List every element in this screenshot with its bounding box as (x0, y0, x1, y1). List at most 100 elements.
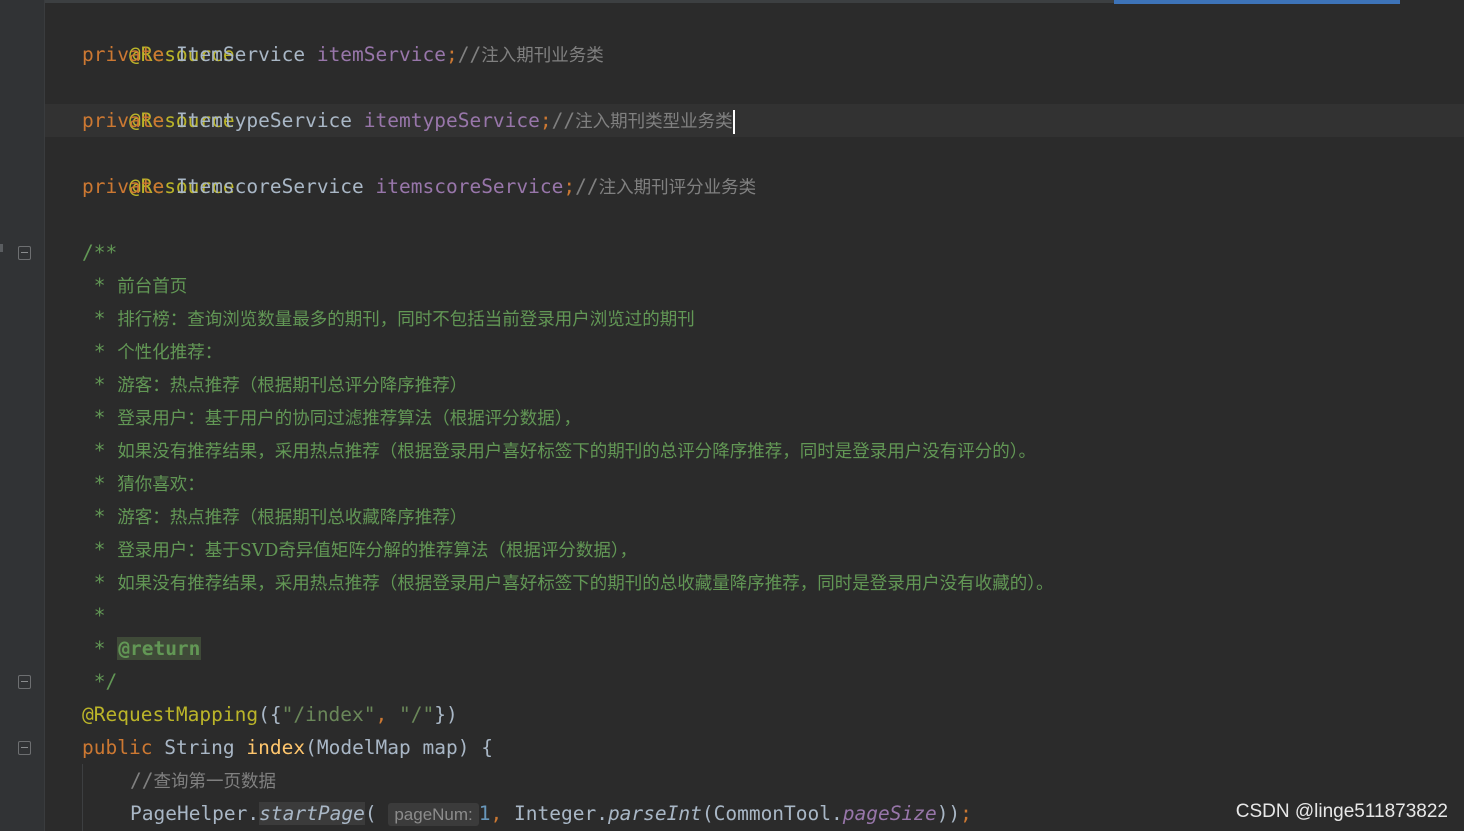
keyword: private (82, 109, 165, 132)
doc-empty-line[interactable]: * (82, 599, 106, 632)
code-line-1[interactable]: @Resource (82, 5, 235, 66)
semicolon: ; (539, 109, 552, 132)
doc-text: 登录用户：基于SVD奇异值矩阵分解的推荐算法（根据评分数据）， (117, 541, 638, 561)
doc-return-tag: @return (117, 637, 202, 660)
doc-text: 个性化推荐： (117, 343, 223, 363)
request-mapping-line[interactable]: @RequestMapping({"/index", "/"}) (82, 698, 458, 731)
doc-text: 猜你喜欢： (117, 475, 205, 495)
line-comment-text: 注入期刊类型业务类 (575, 112, 733, 132)
type-name: ItemtypeService (175, 109, 353, 132)
fold-doc-comment-icon[interactable] (18, 246, 31, 260)
keyword: private (82, 43, 165, 66)
doc-line[interactable]: * 排行榜：查询浏览数量最多的期刊，同时不包括当前登录用户浏览过的期刊 (82, 302, 695, 335)
type-name: ItemService (175, 43, 306, 66)
field-name: itemtypeService (363, 109, 540, 132)
indent-guide (82, 764, 83, 831)
code-line-4[interactable]: private ItemtypeService itemtypeService;… (82, 104, 735, 137)
paren-close: )) (936, 802, 961, 825)
dot: . (596, 802, 608, 825)
doc-comment-close[interactable]: */ (82, 665, 118, 698)
doc-star: * (82, 571, 118, 594)
doc-line[interactable]: * 登录用户：基于用户的协同过滤推荐算法（根据评分数据）， (82, 401, 581, 434)
watermark: CSDN @linge511873822 (1235, 801, 1448, 822)
doc-line[interactable]: * 个性化推荐： (82, 335, 223, 368)
text-caret (732, 109, 735, 134)
doc-star: * (82, 340, 118, 363)
comma: , (375, 703, 399, 726)
doc-line[interactable]: * 游客：热点推荐（根据期刊总评分降序推荐） (82, 368, 468, 401)
class-name: PageHelper (130, 802, 248, 825)
doc-text: 排行榜：查询浏览数量最多的期刊，同时不包括当前登录用户浏览过的期刊 (117, 310, 695, 330)
doc-return-line[interactable]: * @return (82, 632, 202, 665)
keyword: public (82, 736, 153, 759)
change-marker (0, 244, 3, 252)
doc-text: 前台首页 (117, 277, 188, 297)
doc-line[interactable]: * 登录用户：基于SVD奇异值矩阵分解的推荐算法（根据评分数据）， (82, 533, 637, 566)
code-line-5[interactable]: @Resource (82, 137, 235, 198)
doc-star: * (82, 637, 118, 660)
field-name: itemService (316, 43, 446, 66)
paren-open: ( (364, 802, 377, 825)
line-comment-text: 注入期刊评分业务类 (598, 178, 757, 198)
doc-line[interactable]: * 如果没有推荐结果，采用热点推荐（根据登录用户喜好标签下的期刊的总收藏量降序推… (82, 566, 1054, 599)
brace-close: }) (434, 703, 458, 726)
doc-text: 游客：热点推荐（根据期刊总评分降序推荐） (117, 376, 468, 396)
doc-star: * (82, 274, 118, 297)
dot: . (831, 802, 843, 825)
code-line-2[interactable]: private ItemService itemService;//注入期刊业务… (82, 38, 604, 71)
line-comment-text: 查询第一页数据 (153, 772, 276, 792)
semicolon: ; (960, 802, 972, 825)
semicolon: ; (563, 175, 576, 198)
doc-text: 游客：热点推荐（根据期刊总收藏降序推荐） (117, 508, 468, 528)
doc-line[interactable]: * 如果没有推荐结果，采用热点推荐（根据登录用户喜好标签下的期刊的总评分降序推荐… (82, 434, 1036, 467)
static-method-call: startPage (259, 802, 365, 825)
doc-star: * (82, 406, 118, 429)
doc-star: * (82, 439, 118, 462)
static-method-call: parseInt (607, 802, 702, 825)
paren-open: ( (701, 802, 714, 825)
horizontal-scrollbar-thumb[interactable] (1114, 0, 1400, 4)
tab-bar-edge (0, 0, 1114, 3)
inline-comment-line[interactable]: //查询第一页数据 (130, 764, 276, 797)
fold-method-icon[interactable] (18, 741, 31, 755)
doc-line[interactable]: * 前台首页 (82, 269, 188, 302)
doc-text: 如果没有推荐结果，采用热点推荐（根据登录用户喜好标签下的期刊的总收藏量降序推荐，… (117, 574, 1054, 594)
page-helper-line[interactable]: PageHelper.startPage( pageNum: 1, Integer… (130, 797, 972, 830)
field-name: itemscoreService (375, 175, 564, 198)
parameter-hint: pageNum: (388, 803, 479, 826)
brace-open: ({ (258, 703, 282, 726)
editor-gutter[interactable] (0, 0, 45, 831)
line-comment-slash: // (575, 175, 599, 198)
method-name: index (246, 736, 306, 759)
keyword: private (82, 175, 165, 198)
annotation: @RequestMapping (82, 703, 259, 726)
line-comment-text: 注入期刊业务类 (481, 46, 604, 66)
doc-line[interactable]: * 猜你喜欢： (82, 467, 205, 500)
string-literal: "/index" (281, 703, 376, 726)
line-comment-slash: // (130, 769, 154, 792)
code-line-6[interactable]: private ItemscoreService itemscoreServic… (82, 170, 756, 203)
type-name: String (164, 736, 235, 759)
doc-comment-open[interactable]: /** (82, 236, 117, 269)
line-comment-slash: // (457, 43, 482, 66)
method-params: (ModelMap map) { (305, 736, 493, 759)
line-comment-slash: // (551, 109, 576, 132)
doc-text: 如果没有推荐结果，采用热点推荐（根据登录用户喜好标签下的期刊的总评分降序推荐，同… (117, 442, 1036, 462)
doc-text: 登录用户：基于用户的协同过滤推荐算法（根据评分数据）， (117, 409, 581, 429)
string-literal: "/" (399, 703, 435, 726)
doc-star: * (82, 307, 118, 330)
doc-star: * (82, 373, 118, 396)
doc-star: * (82, 472, 118, 495)
number-literal: 1 (478, 802, 491, 825)
doc-line[interactable]: * 游客：热点推荐（根据期刊总收藏降序推荐） (82, 500, 468, 533)
semicolon: ; (445, 43, 458, 66)
comma: , (490, 802, 514, 825)
method-signature-line[interactable]: public String index(ModelMap map) { (82, 731, 493, 764)
doc-star: * (82, 505, 118, 528)
code-line-3[interactable]: @Resource (82, 71, 235, 132)
code-editor[interactable]: @Resource private ItemService itemServic… (0, 0, 1464, 831)
fold-end-icon[interactable] (18, 675, 31, 689)
static-field: pageSize (842, 802, 937, 825)
class-name: CommonTool (713, 802, 832, 825)
doc-star: * (82, 538, 118, 561)
